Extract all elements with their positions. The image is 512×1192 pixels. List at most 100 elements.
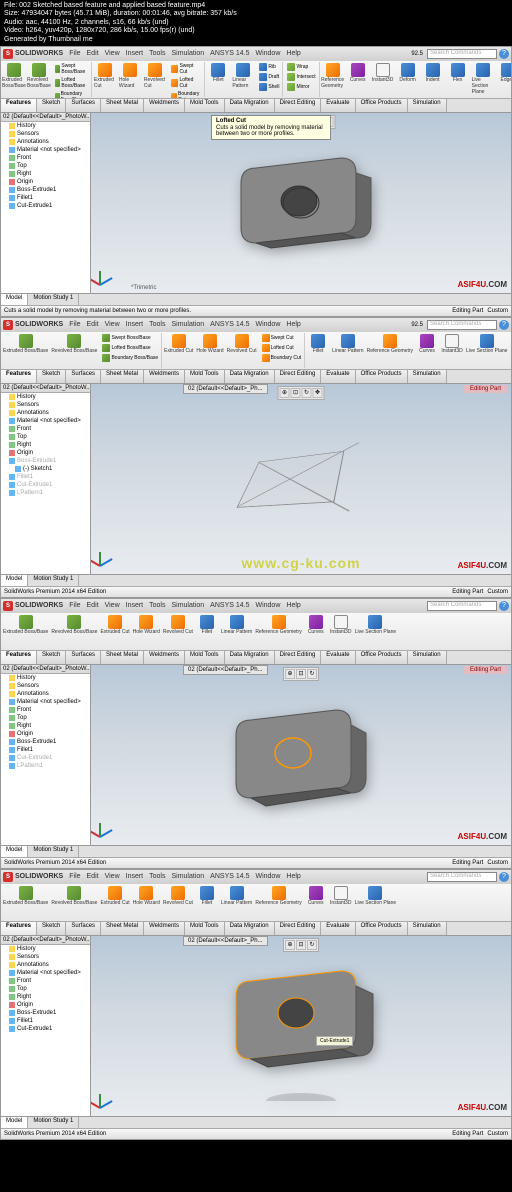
live-section-button[interactable]: Live Section Plane: [354, 885, 397, 920]
linear-pattern-button[interactable]: Linear Pattern: [220, 614, 253, 649]
ref-geometry-button[interactable]: Reference Geometry: [254, 614, 302, 649]
lofted-boss-button[interactable]: Lofted Boss/Base: [101, 343, 159, 353]
deform-button[interactable]: Deform: [396, 62, 420, 97]
tree-sensors[interactable]: Sensors: [1, 130, 90, 138]
tab-sheet-metal[interactable]: Sheet Metal: [101, 922, 144, 935]
tree-boss-extrude[interactable]: Boss-Extrude1: [1, 457, 90, 465]
zoom-value[interactable]: 92.5: [411, 51, 423, 57]
tab-office-products[interactable]: Office Products: [356, 651, 408, 664]
tab-simulation[interactable]: Simulation: [408, 922, 447, 935]
fillet-button[interactable]: Fillet: [306, 333, 330, 368]
tree-root[interactable]: 02 (Default<<Default>_PhotoW...: [1, 936, 90, 945]
tree-origin[interactable]: Origin: [1, 178, 90, 186]
tab-simulation[interactable]: Simulation: [408, 99, 447, 112]
tree-fillet[interactable]: Fillet1: [1, 1017, 90, 1025]
tab-surfaces[interactable]: Surfaces: [66, 922, 101, 935]
revolved-boss-button[interactable]: Revolved Boss/Base: [50, 333, 98, 368]
flex-button[interactable]: Flex: [446, 62, 470, 97]
tree-lpattern[interactable]: LPattern1: [1, 762, 90, 770]
tab-weldments[interactable]: Weldments: [144, 922, 185, 935]
menu-simulation[interactable]: Simulation: [171, 602, 204, 609]
menu-file[interactable]: File: [69, 321, 80, 328]
model-block-with-hole[interactable]: [221, 143, 381, 263]
hole-wizard-button[interactable]: Hole Wizard: [195, 333, 224, 368]
tree-top-plane[interactable]: Top: [1, 714, 90, 722]
menu-help[interactable]: Help: [286, 321, 300, 328]
bottom-tab-model[interactable]: Model: [1, 294, 28, 305]
tab-office-products[interactable]: Office Products: [356, 922, 408, 935]
revolved-boss-button[interactable]: Revolved Boss/Base: [27, 62, 51, 97]
swept-boss-button[interactable]: Swept Boss/Base: [54, 62, 89, 76]
extruded-cut-button[interactable]: Extruded Cut: [163, 333, 194, 368]
revolved-cut-button[interactable]: Revolved Cut: [143, 62, 167, 97]
menu-view[interactable]: View: [105, 321, 120, 328]
tree-right-plane[interactable]: Right: [1, 993, 90, 1001]
tab-evaluate[interactable]: Evaluate: [321, 922, 355, 935]
menu-view[interactable]: View: [105, 602, 120, 609]
menu-help[interactable]: Help: [286, 50, 300, 57]
tab-surfaces[interactable]: Surfaces: [66, 370, 101, 383]
view-rotate-icon[interactable]: ↻: [307, 940, 317, 950]
hole-wizard-button[interactable]: Hole Wizard: [132, 614, 161, 649]
curves-button[interactable]: Curves: [346, 62, 370, 97]
tab-mold-tools[interactable]: Mold Tools: [185, 922, 225, 935]
bottom-tab-model[interactable]: Model: [1, 846, 28, 857]
tab-features[interactable]: Features: [1, 99, 37, 112]
swept-boss-button[interactable]: Swept Boss/Base: [101, 333, 159, 343]
tree-origin[interactable]: Origin: [1, 1001, 90, 1009]
bottom-tab-motion[interactable]: Motion Study 1: [28, 294, 79, 305]
menu-ansys[interactable]: ANSYS 14.5: [210, 50, 249, 57]
model-block-with-hole[interactable]: [211, 961, 391, 1101]
tree-front-plane[interactable]: Front: [1, 706, 90, 714]
revolved-boss-button[interactable]: Revolved Boss/Base: [50, 614, 98, 649]
tab-mold-tools[interactable]: Mold Tools: [185, 651, 225, 664]
bottom-tab-motion[interactable]: Motion Study 1: [28, 575, 79, 586]
help-icon[interactable]: ?: [499, 49, 509, 59]
lofted-cut-button[interactable]: Lofted Cut: [170, 76, 202, 90]
menu-ansys[interactable]: ANSYS 14.5: [210, 602, 249, 609]
view-rotate-icon[interactable]: ↻: [302, 388, 312, 398]
viewport-3d[interactable]: 02 (Default<<Default>_Ph... Editing Part…: [91, 384, 511, 574]
live-section-button[interactable]: Live Section Plane: [354, 614, 397, 649]
bottom-tab-motion[interactable]: Motion Study 1: [28, 1117, 79, 1128]
extruded-cut-button[interactable]: Extruded Cut: [99, 614, 130, 649]
bottom-tab-motion[interactable]: Motion Study 1: [28, 846, 79, 857]
linear-pattern-button[interactable]: Linear Pattern: [231, 62, 255, 97]
ref-geometry-button[interactable]: Reference Geometry: [254, 885, 302, 920]
tab-data-migration[interactable]: Data Migration: [225, 99, 275, 112]
menu-tools[interactable]: Tools: [149, 873, 165, 880]
tree-front-plane[interactable]: Front: [1, 154, 90, 162]
menu-insert[interactable]: Insert: [126, 321, 144, 328]
tree-annotations[interactable]: Annotations: [1, 690, 90, 698]
tab-weldments[interactable]: Weldments: [144, 651, 185, 664]
tab-data-migration[interactable]: Data Migration: [225, 922, 275, 935]
menu-edit[interactable]: Edit: [87, 602, 99, 609]
extruded-cut-button[interactable]: Extruded Cut: [93, 62, 117, 97]
tree-history[interactable]: History: [1, 945, 90, 953]
menu-file[interactable]: File: [69, 602, 80, 609]
feature-tree[interactable]: 02 (Default<<Default>_PhotoW... History …: [1, 936, 91, 1116]
tab-simulation[interactable]: Simulation: [408, 651, 447, 664]
swept-cut-button[interactable]: Swept Cut: [170, 62, 202, 76]
extruded-boss-button[interactable]: Extruded Boss/Base: [2, 614, 49, 649]
menu-window[interactable]: Window: [255, 321, 280, 328]
feature-tree[interactable]: 02 (Default<<Default>_PhotoW... History …: [1, 665, 91, 845]
menu-simulation[interactable]: Simulation: [171, 873, 204, 880]
instant3d-button[interactable]: Instant3D: [440, 333, 464, 368]
ref-geometry-button[interactable]: Reference Geometry: [321, 62, 345, 97]
curves-button[interactable]: Curves: [415, 333, 439, 368]
menu-ansys[interactable]: ANSYS 14.5: [210, 873, 249, 880]
view-zoom-icon[interactable]: ⊕: [280, 388, 290, 398]
view-zoom-icon[interactable]: ⊕: [285, 940, 295, 950]
feature-tree[interactable]: 02 (Default<<Default>_PhotoW... History …: [1, 384, 91, 574]
live-section-button[interactable]: Live Section Plane: [465, 333, 508, 368]
menu-edit[interactable]: Edit: [87, 50, 99, 57]
menu-insert[interactable]: Insert: [126, 873, 144, 880]
tab-sketch[interactable]: Sketch: [37, 99, 66, 112]
tree-sketch1[interactable]: (-) Sketch1: [1, 465, 90, 473]
tree-front-plane[interactable]: Front: [1, 977, 90, 985]
lofted-cut-button[interactable]: Lofted Cut: [261, 343, 303, 353]
revolved-cut-button[interactable]: Revolved Cut: [162, 614, 194, 649]
linear-pattern-button[interactable]: Linear Pattern: [220, 885, 253, 920]
lofted-boss-button[interactable]: Lofted Boss/Base: [54, 76, 89, 90]
